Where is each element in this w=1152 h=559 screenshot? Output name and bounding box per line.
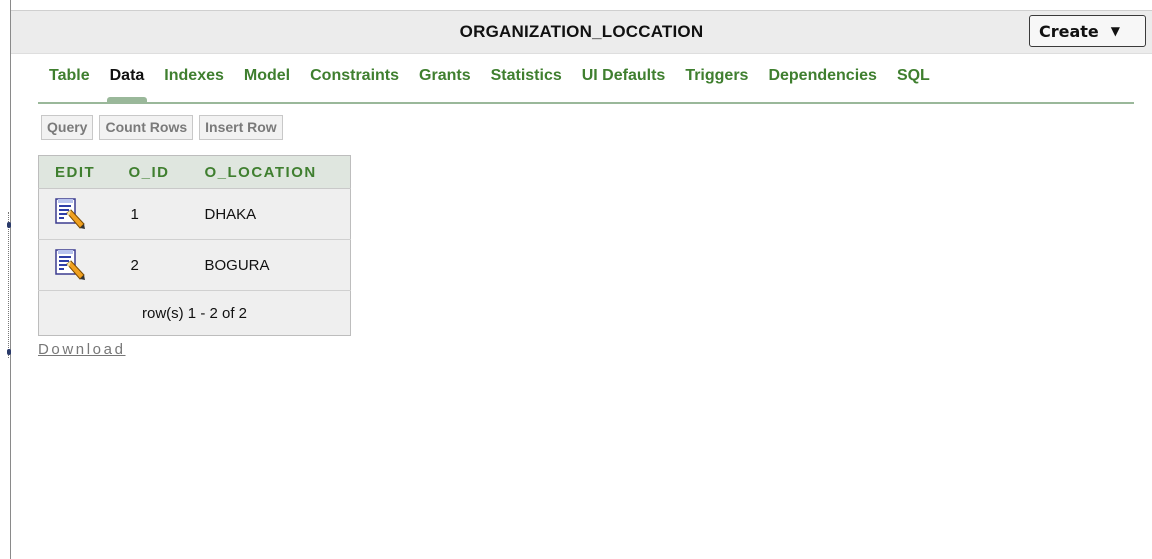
- data-report-table: EDIT O_ID O_LOCATION 1 DHAKA 2 BOGURA ro…: [38, 155, 351, 336]
- query-button[interactable]: Query: [41, 115, 94, 140]
- column-header-o-id[interactable]: O_ID: [116, 155, 191, 189]
- count-rows-button[interactable]: Count Rows: [99, 115, 194, 140]
- tab-ui-defaults[interactable]: UI Defaults: [572, 66, 676, 102]
- left-splitter[interactable]: [8, 212, 9, 358]
- column-header-o-location[interactable]: O_LOCATION: [190, 155, 351, 189]
- cell-o-id: 2: [116, 239, 191, 291]
- download-link[interactable]: Download: [38, 341, 126, 358]
- table-footer-row: row(s) 1 - 2 of 2: [39, 291, 351, 336]
- tab-grants[interactable]: Grants: [409, 66, 481, 102]
- table-header-row: EDIT O_ID O_LOCATION: [38, 155, 351, 189]
- column-header-edit: EDIT: [38, 155, 117, 189]
- pagination-summary: row(s) 1 - 2 of 2: [141, 304, 248, 322]
- table-row: 2 BOGURA: [38, 239, 351, 291]
- edit-icon[interactable]: [53, 197, 87, 231]
- tab-sql[interactable]: SQL: [887, 66, 940, 102]
- table-row: 1 DHAKA: [38, 188, 351, 240]
- create-button-label: Create: [1039, 21, 1099, 41]
- tab-statistics[interactable]: Statistics: [481, 66, 572, 102]
- insert-row-button[interactable]: Insert Row: [199, 115, 283, 140]
- page-title: ORGANIZATION_LOCCATION: [459, 22, 704, 41]
- tab-table[interactable]: Table: [38, 66, 100, 102]
- tab-constraints[interactable]: Constraints: [300, 66, 409, 102]
- splitter-handle-top[interactable]: [7, 222, 11, 228]
- tab-triggers[interactable]: Triggers: [675, 66, 758, 102]
- data-actions: Query Count Rows Insert Row: [41, 115, 283, 140]
- object-tabs: Table Data Indexes Model Constraints Gra…: [38, 66, 1134, 104]
- tab-model[interactable]: Model: [234, 66, 300, 102]
- splitter-handle-bottom[interactable]: [7, 349, 11, 355]
- cell-o-id: 1: [116, 188, 191, 240]
- cell-o-location: BOGURA: [190, 239, 351, 291]
- tab-dependencies[interactable]: Dependencies: [758, 66, 886, 102]
- page: ORGANIZATION_LOCCATION Create ▼ Table Da…: [0, 0, 1152, 559]
- left-frame-border: [10, 0, 11, 559]
- edit-cell: [38, 188, 117, 240]
- edit-icon[interactable]: [53, 248, 87, 282]
- tab-data[interactable]: Data: [100, 66, 155, 103]
- edit-cell: [38, 239, 117, 291]
- tab-indexes[interactable]: Indexes: [154, 66, 234, 102]
- caret-down-icon: ▼: [1110, 24, 1121, 38]
- object-header: ORGANIZATION_LOCCATION Create ▼: [11, 10, 1152, 54]
- cell-o-location: DHAKA: [190, 188, 351, 240]
- create-dropdown-button[interactable]: Create ▼: [1029, 15, 1146, 47]
